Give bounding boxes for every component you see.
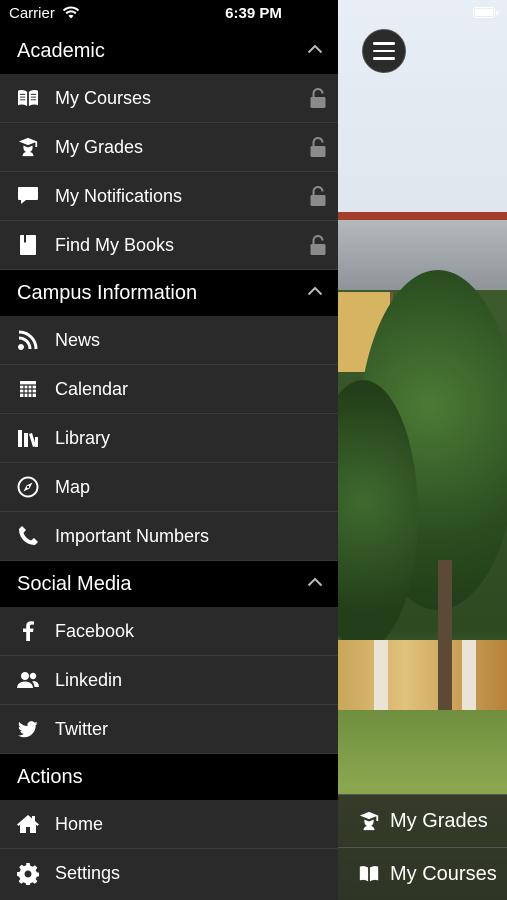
menu-item-library[interactable]: Library (0, 414, 338, 463)
menu-item-map[interactable]: Map (0, 463, 338, 512)
compass-icon (16, 475, 40, 499)
lock-icon (309, 234, 327, 256)
menu-item-label: Facebook (55, 620, 135, 641)
battery-icon (473, 7, 498, 18)
book-icon (16, 86, 40, 110)
status-time: 6:39 PM (225, 5, 282, 22)
chevron-up-icon[interactable] (307, 44, 323, 58)
menu-item-twitter[interactable]: Twitter (0, 705, 338, 754)
menu-item-label: Calendar (55, 378, 129, 399)
menu-item-facebook[interactable]: Facebook (0, 607, 338, 656)
gear-icon (16, 862, 40, 886)
menu-item-label: Important Numbers (55, 525, 210, 546)
section-title: Campus Information (17, 281, 198, 304)
menu-item-label: Linkedin (55, 669, 123, 690)
section-header-academic[interactable]: Academic (0, 28, 338, 74)
quick-link-my-grades[interactable]: My Grades (338, 794, 507, 847)
menu-item-my-grades[interactable]: My Grades (0, 123, 338, 172)
bookmark-book-icon (16, 233, 40, 257)
menu-item-important-numbers[interactable]: Important Numbers (0, 512, 338, 561)
menu-item-label: Map (55, 476, 91, 497)
menu-item-my-notifications[interactable]: My Notifications (0, 172, 338, 221)
lock-icon (309, 136, 327, 158)
lock-icon (309, 87, 327, 109)
campus-background-image (338, 0, 507, 900)
quick-link-my-courses[interactable]: My Courses (338, 847, 507, 900)
menu-item-home[interactable]: Home (0, 800, 338, 849)
menu-item-linkedin[interactable]: Linkedin (0, 656, 338, 705)
menu-item-label: Find My Books (55, 234, 175, 255)
graduate-icon (16, 135, 40, 159)
menu-item-settings[interactable]: Settings (0, 849, 338, 898)
quick-link-label: My Grades (390, 809, 488, 832)
menu-item-my-courses[interactable]: My Courses (0, 74, 338, 123)
menu-item-find-my-books[interactable]: Find My Books (0, 221, 338, 270)
section-title: Social Media (17, 572, 132, 595)
chevron-up-icon[interactable] (307, 577, 323, 591)
graduate-icon (358, 810, 380, 832)
library-icon (16, 426, 40, 450)
section-header-campus-information[interactable]: Campus Information (0, 270, 338, 316)
hamburger-menu-button[interactable] (362, 29, 406, 73)
facebook-icon (16, 619, 40, 643)
section-title: Academic (17, 39, 105, 62)
menu-item-label: My Notifications (55, 185, 183, 206)
twitter-icon (16, 717, 40, 741)
people-icon (16, 668, 40, 692)
status-bar: Carrier 6:39 PM (0, 0, 507, 28)
section-header-actions: Actions (0, 754, 338, 800)
menu-item-label: Library (55, 427, 111, 448)
calendar-icon (16, 377, 40, 401)
menu-item-news[interactable]: News (0, 316, 338, 365)
navigation-drawer: Academic My Courses My Grades My Notific… (0, 0, 338, 900)
quick-link-label: My Courses (390, 862, 497, 885)
lock-icon (309, 185, 327, 207)
rss-icon (16, 328, 40, 352)
menu-item-label: Settings (55, 863, 121, 883)
home-icon (16, 812, 40, 836)
menu-item-label: My Courses (55, 87, 152, 108)
book-icon (358, 863, 380, 885)
menu-item-calendar[interactable]: Calendar (0, 365, 338, 414)
menu-item-label: News (55, 329, 101, 350)
section-title: Actions (17, 765, 83, 788)
menu-item-label: Home (55, 813, 104, 834)
phone-icon (16, 524, 40, 548)
chevron-up-icon[interactable] (307, 286, 323, 300)
menu-item-label: Twitter (55, 718, 109, 739)
speech-bubble-icon (16, 184, 40, 208)
menu-item-label: My Grades (55, 136, 144, 157)
section-header-social-media[interactable]: Social Media (0, 561, 338, 607)
